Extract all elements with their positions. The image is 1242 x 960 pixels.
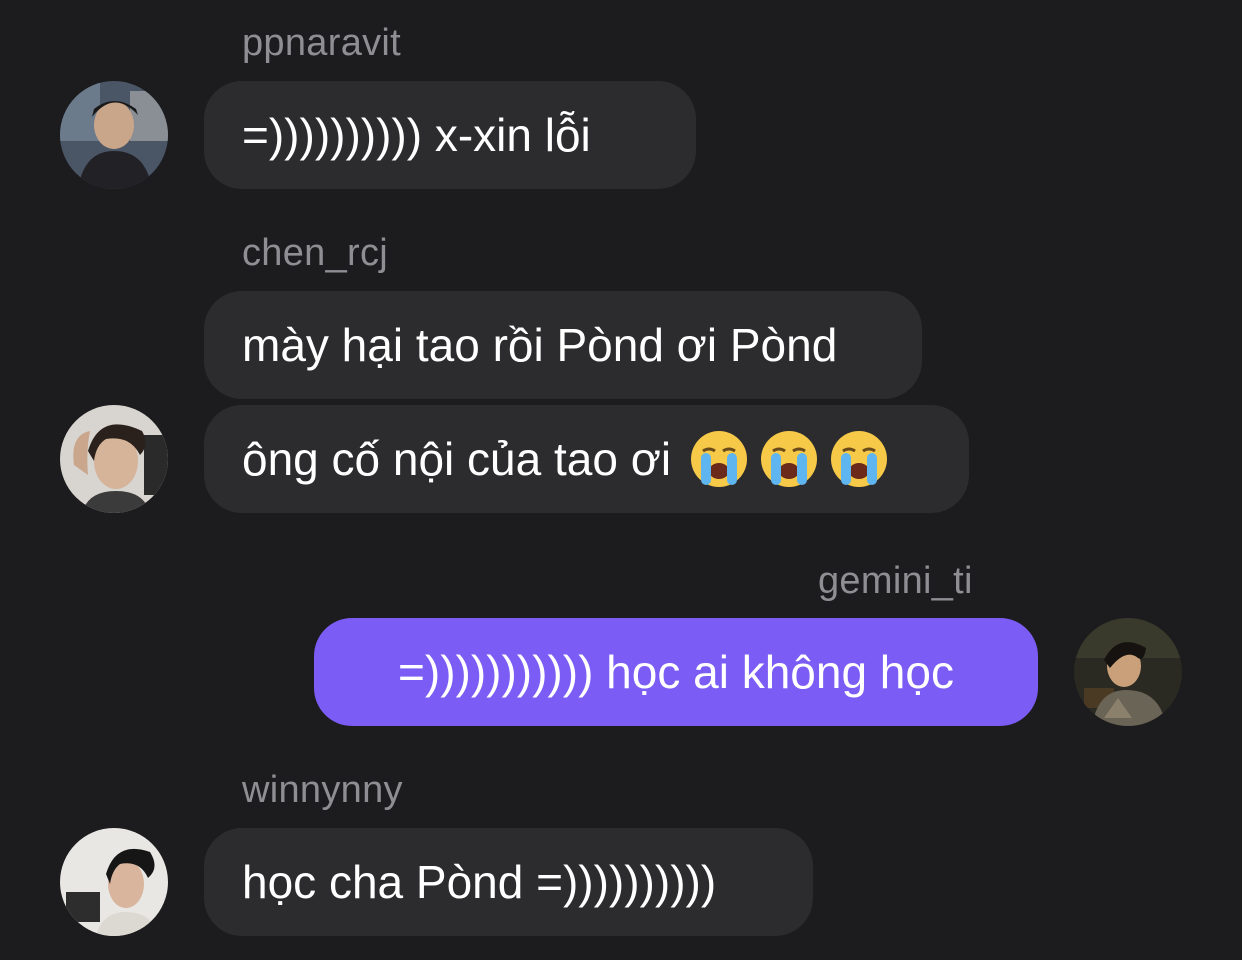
message-text: =))))))))))) học ai không học (398, 646, 954, 698)
message-bubble[interactable]: =)))))))))) x-xin lỗi (204, 81, 696, 189)
message-bubble-outgoing[interactable]: =))))))))))) học ai không học (314, 618, 1038, 726)
sender-name: gemini_ti (818, 560, 973, 602)
sender-name: winnynny (242, 769, 403, 811)
loudly-crying-face-icon (691, 431, 748, 487)
message-text: =)))))))))) x-xin lỗi (242, 109, 591, 161)
user-photo-avatar (60, 81, 168, 189)
user-photo-avatar (60, 828, 168, 936)
message-bubble[interactable]: ông cố nội của tao ơi (204, 405, 969, 513)
message-bubble[interactable]: học cha Pònd =)))))))))) (204, 828, 813, 936)
loudly-crying-face-icon (831, 431, 888, 487)
message-bubble[interactable]: mày hại tao rồi Pònd ơi Pònd (204, 291, 922, 399)
sender-name: chen_rcj (242, 232, 389, 274)
user-photo-avatar (60, 405, 168, 513)
message-text: ông cố nội của tao ơi (242, 433, 672, 485)
user-avatar[interactable] (60, 828, 168, 936)
sender-name: ppnaravit (242, 22, 402, 64)
message-text: học cha Pònd =)))))))))) (242, 856, 717, 908)
user-avatar[interactable] (1074, 618, 1182, 726)
user-avatar[interactable] (60, 81, 168, 189)
loudly-crying-face-icon (761, 431, 818, 487)
user-photo-avatar (1074, 618, 1182, 726)
user-avatar[interactable] (60, 405, 168, 513)
message-text: mày hại tao rồi Pònd ơi Pònd (242, 319, 838, 371)
